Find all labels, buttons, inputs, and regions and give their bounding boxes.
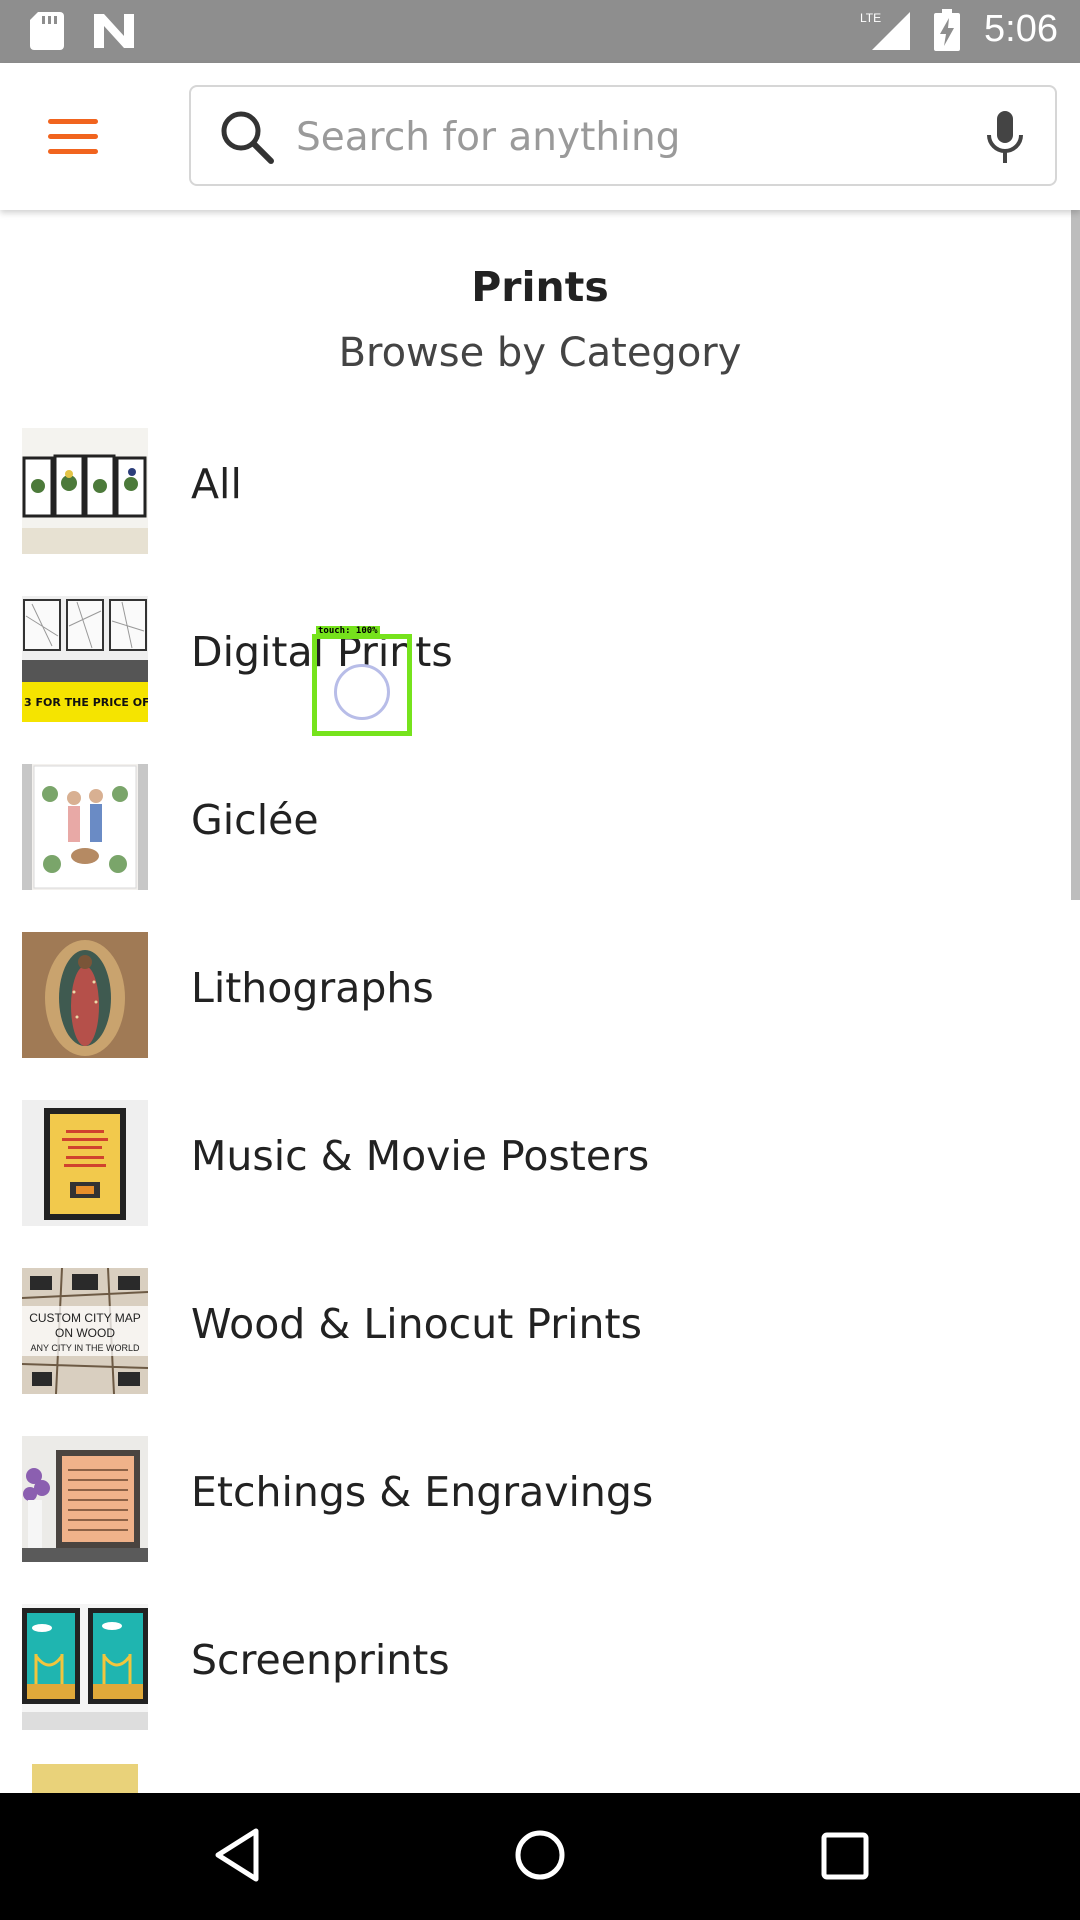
category-label: Giclée <box>191 796 319 844</box>
framed-sheet-music-thumbnail <box>22 1436 148 1562</box>
scrollbar[interactable] <box>1071 210 1080 900</box>
hamburger-menu-icon <box>48 119 98 154</box>
category-item-lithographs[interactable]: Lithographs <box>0 924 1070 1092</box>
search-input[interactable] <box>294 101 938 173</box>
n-notification-icon <box>94 14 134 48</box>
search-icon <box>221 111 274 164</box>
botanical-prints-thumbnail <box>22 428 148 554</box>
search-bar[interactable] <box>189 85 1057 186</box>
sd-card-icon <box>30 12 64 50</box>
category-item-music-movie-posters[interactable]: Music & Movie Posters <box>0 1092 1070 1260</box>
battery-charging-icon <box>934 8 961 51</box>
microphone-icon[interactable] <box>985 111 1025 165</box>
category-label: Screenprints <box>191 1636 450 1684</box>
back-icon[interactable] <box>212 1827 262 1883</box>
touch-point <box>334 664 390 720</box>
category-page: Prints Browse by Category All 3 FOR THE … <box>0 210 1080 1793</box>
category-item-giclee[interactable]: Giclée <box>0 756 1070 924</box>
category-list: All 3 FOR THE PRICE OF 2 Digital Prints <box>0 420 1070 1793</box>
page-title: Prints <box>471 263 609 311</box>
couple-portrait-thumbnail <box>22 764 148 890</box>
virgin-guadalupe-thumbnail <box>22 932 148 1058</box>
category-label: Lithographs <box>191 964 434 1012</box>
clock: 5:06 <box>984 8 1058 50</box>
category-item-partial[interactable] <box>0 1764 1070 1793</box>
navigation-bar <box>0 1793 1080 1920</box>
home-icon[interactable] <box>513 1827 567 1883</box>
category-label: All <box>191 460 242 508</box>
svg-text:3 FOR THE PRICE OF 2: 3 FOR THE PRICE OF 2 <box>24 696 148 709</box>
signal-icon: LTE <box>860 11 911 50</box>
category-item-etchings-engravings[interactable]: Etchings & Engravings <box>0 1428 1070 1596</box>
bridge-screenprint-thumbnail <box>22 1604 148 1730</box>
category-label: Etchings & Engravings <box>191 1468 654 1516</box>
custom-city-map-wood-thumbnail: CUSTOM CITY MAP ON WOOD ANY CITY IN THE … <box>22 1268 148 1394</box>
city-map-prints-thumbnail: 3 FOR THE PRICE OF 2 <box>22 596 148 722</box>
page-subtitle: Browse by Category <box>338 330 742 376</box>
touch-indicator-label: touch: 100% <box>316 626 380 636</box>
gold-print-thumbnail <box>22 1764 148 1793</box>
svg-text:ON WOOD: ON WOOD <box>55 1326 115 1340</box>
recents-icon[interactable] <box>820 1827 870 1883</box>
category-item-digital-prints[interactable]: 3 FOR THE PRICE OF 2 Digital Prints <box>0 588 1070 756</box>
framed-poster-thumbnail <box>22 1100 148 1226</box>
category-label: Music & Movie Posters <box>191 1132 650 1180</box>
category-label: Wood & Linocut Prints <box>191 1300 642 1348</box>
svg-text:CUSTOM CITY MAP: CUSTOM CITY MAP <box>29 1311 141 1325</box>
menu-button[interactable] <box>36 107 106 167</box>
category-item-all[interactable]: All <box>0 420 1070 588</box>
category-item-screenprints[interactable]: Screenprints <box>0 1596 1070 1764</box>
svg-text:ANY CITY IN THE WORLD: ANY CITY IN THE WORLD <box>30 1343 140 1353</box>
svg-text:LTE: LTE <box>860 11 881 25</box>
category-item-wood-linocut-prints[interactable]: CUSTOM CITY MAP ON WOOD ANY CITY IN THE … <box>0 1260 1070 1428</box>
top-app-bar <box>0 63 1080 210</box>
status-bar: LTE 5:06 <box>0 0 1080 63</box>
